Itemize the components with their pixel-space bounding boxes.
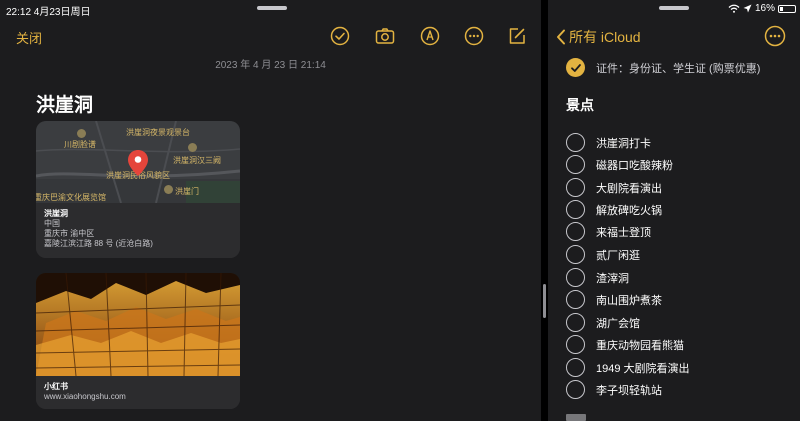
back-button[interactable]: 所有 iCloud: [556, 27, 641, 47]
checklist-item[interactable]: 湖广会馆: [566, 313, 640, 332]
location-info: 洪崖洞 中国 重庆市 渝中区 嘉陵江滨江路 88 号 (近沧白路): [36, 203, 240, 258]
checklist-item[interactable]: 磁器口吃酸辣粉: [566, 155, 673, 174]
unchecked-circle-icon[interactable]: [566, 178, 585, 197]
poi-icon: [188, 143, 197, 152]
checklist-item-label: 贰厂闲逛: [596, 249, 640, 262]
checklist-item-label: 1949 大剧院看演出: [596, 362, 690, 375]
location-address: 嘉陵江滨江路 88 号 (近沧白路): [44, 239, 153, 248]
poi-icon: [164, 185, 173, 194]
checklist-item-label: 湖广会馆: [596, 317, 640, 330]
location-city: 重庆市 渝中区: [44, 229, 95, 238]
checklist-item-label: 来福士登顶: [596, 226, 651, 239]
checklist-item[interactable]: 李子坝轻轨站: [566, 380, 662, 399]
window-grabber[interactable]: [659, 6, 689, 10]
map-label: 重庆巴渝文化展览馆: [36, 193, 106, 202]
camera-icon[interactable]: [374, 25, 396, 47]
checklist-item-label: 渣滓洞: [596, 272, 629, 285]
section-heading: 景点: [566, 97, 594, 113]
night-building-image: [36, 273, 240, 376]
note-detail-pane: 22:12 4月23日周日 关闭 2023 年 4 月 23 日 21:14 洪…: [0, 0, 541, 421]
unchecked-circle-icon[interactable]: [566, 222, 585, 241]
note-list-pane: 16% 所有 iCloud 证件：身份证、学生证 (购票优惠) 景点 洪崖洞打卡…: [548, 0, 800, 421]
unchecked-circle-icon[interactable]: [566, 155, 585, 174]
checklist-item[interactable]: 解放碑吃火锅: [566, 200, 662, 219]
checked-circle-icon[interactable]: [566, 58, 585, 77]
unchecked-circle-icon[interactable]: [566, 380, 585, 399]
map-label: 川剧脸谱: [64, 140, 96, 149]
map-label: 洪崖洞夜景观景台: [126, 128, 190, 137]
link-preview-card[interactable]: 小红书 www.xiaohongshu.com: [36, 273, 240, 409]
checklist-item-label: 重庆动物园看熊猫: [596, 339, 684, 352]
link-url: www.xiaohongshu.com: [44, 392, 126, 401]
unchecked-circle-icon[interactable]: [566, 313, 585, 332]
unchecked-circle-icon[interactable]: [566, 358, 585, 377]
checklist-item-label: 南山围炉煮茶: [596, 294, 662, 307]
checklist-item[interactable]: 洪崖洞打卡: [566, 133, 651, 152]
battery-percent: 16%: [754, 3, 775, 14]
split-view-divider: [541, 0, 548, 421]
checklist-item[interactable]: 重庆动物园看熊猫: [566, 335, 684, 354]
compose-icon[interactable]: [506, 25, 528, 47]
checklist-item-label: 李子坝轻轨站: [596, 384, 662, 397]
checklist-item-label: 解放碑吃火锅: [596, 204, 662, 217]
battery-icon: [778, 4, 796, 13]
partially-visible-heading: [566, 414, 586, 421]
checklist-item[interactable]: 1949 大剧院看演出: [566, 358, 690, 377]
checklist-item[interactable]: 南山围炉煮茶: [566, 290, 662, 309]
checklist-item[interactable]: 大剧院看演出: [566, 178, 662, 197]
poi-icon: [77, 129, 86, 138]
location-name: 洪崖洞: [44, 209, 68, 218]
checklist-icon[interactable]: [329, 25, 351, 47]
unchecked-circle-icon[interactable]: [566, 335, 585, 354]
checklist-item-label: 证件：身份证、学生证 (购票优惠): [596, 62, 761, 75]
more-icon[interactable]: [463, 25, 485, 47]
map-label: 洪崖洞汉三阙: [173, 156, 221, 165]
wifi-icon: [728, 4, 740, 13]
window-grabber[interactable]: [257, 6, 287, 10]
note-title[interactable]: 洪崖洞: [36, 90, 93, 117]
checklist-item[interactable]: 证件：身份证、学生证 (购票优惠): [566, 58, 760, 77]
status-indicators: 16%: [728, 3, 796, 14]
map-label: 洪崖门: [175, 187, 199, 196]
status-time-date: 22:12 4月23日周日: [6, 7, 91, 18]
link-info: 小红书 www.xiaohongshu.com: [36, 376, 240, 409]
location-pin-icon: [128, 150, 148, 176]
checklist-item[interactable]: 渣滓洞: [566, 268, 629, 287]
location-country: 中国: [44, 219, 60, 228]
unchecked-circle-icon[interactable]: [566, 290, 585, 309]
location-arrow-icon: [743, 4, 752, 13]
location-card[interactable]: 川剧脸谱 洪崖洞夜景观景台 洪崖洞民俗风貌区 洪崖洞汉三阙 洪崖门 重庆巴渝文化…: [36, 121, 240, 258]
unchecked-circle-icon[interactable]: [566, 133, 585, 152]
checklist-item[interactable]: 贰厂闲逛: [566, 245, 640, 264]
checklist-item-label: 大剧院看演出: [596, 182, 662, 195]
more-icon[interactable]: [764, 25, 786, 47]
checklist-item[interactable]: 来福士登顶: [566, 222, 651, 241]
unchecked-circle-icon[interactable]: [566, 200, 585, 219]
link-preview-image: [36, 273, 240, 376]
back-label: 所有 iCloud: [569, 29, 641, 45]
markup-icon[interactable]: [419, 25, 441, 47]
close-button[interactable]: 关闭: [16, 28, 42, 47]
link-site-name: 小红书: [44, 382, 68, 391]
chevron-left-icon: [557, 29, 565, 45]
note-date: 2023 年 4 月 23 日 21:14: [215, 60, 326, 71]
split-view-handle[interactable]: [543, 284, 546, 318]
unchecked-circle-icon[interactable]: [566, 268, 585, 287]
unchecked-circle-icon[interactable]: [566, 245, 585, 264]
map-preview: 川剧脸谱 洪崖洞夜景观景台 洪崖洞民俗风貌区 洪崖洞汉三阙 洪崖门 重庆巴渝文化…: [36, 121, 240, 203]
checklist-item-label: 磁器口吃酸辣粉: [596, 159, 673, 172]
checklist-item-label: 洪崖洞打卡: [596, 137, 651, 150]
